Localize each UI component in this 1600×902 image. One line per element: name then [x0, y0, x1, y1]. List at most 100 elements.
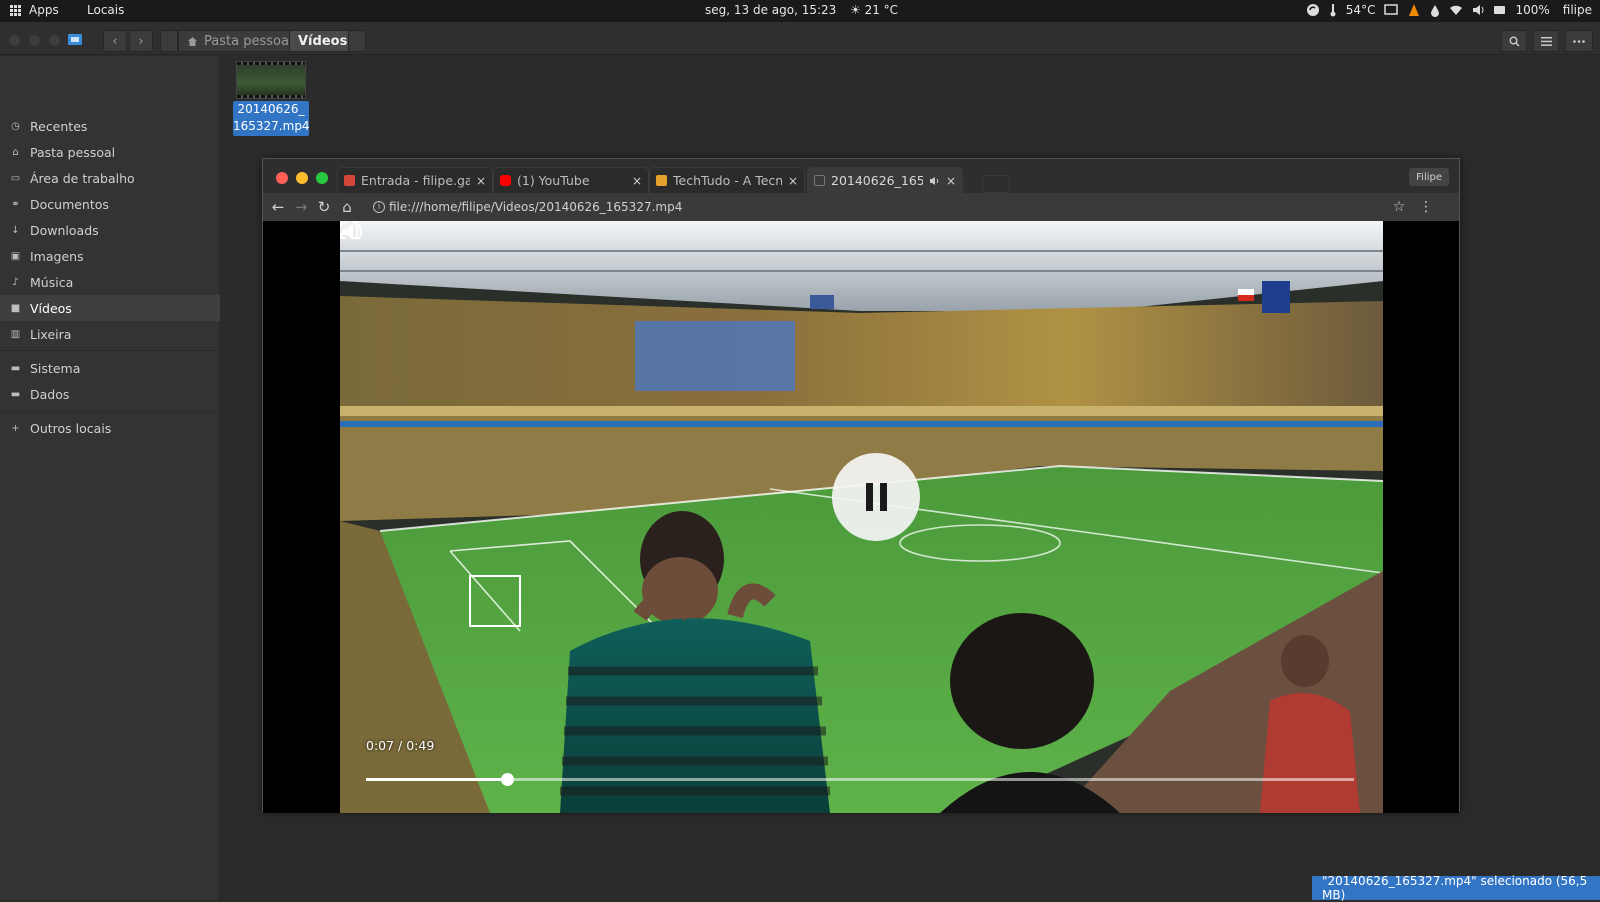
- clock[interactable]: seg, 13 de ago, 15:23: [705, 3, 836, 17]
- fm-maximize-button[interactable]: [49, 35, 60, 46]
- address-bar[interactable]: file:///home/filipe/Videos/20140626_1653…: [389, 200, 682, 214]
- volume-icon[interactable]: [1472, 4, 1485, 16]
- tab-video-file[interactable]: 20140626_1653 ×: [807, 167, 963, 193]
- sidebar-item-label: Música: [30, 274, 74, 290]
- files-app-icon: [68, 34, 82, 45]
- apps-grid-icon: [10, 4, 21, 16]
- screen-icon[interactable]: [1384, 4, 1399, 16]
- seek-bar[interactable]: [366, 773, 1354, 786]
- close-icon[interactable]: ×: [946, 174, 956, 188]
- places-menu[interactable]: Locais: [87, 3, 124, 17]
- tab-title: TechTudo - A Tecn: [673, 173, 782, 188]
- forward-arrow-icon[interactable]: →: [292, 198, 310, 216]
- profile-button[interactable]: Filipe: [1409, 168, 1449, 186]
- tab-youtube[interactable]: (1) YouTube ×: [493, 167, 649, 193]
- menu-button[interactable]: [1565, 30, 1593, 52]
- fm-close-button[interactable]: [9, 35, 20, 46]
- info-icon[interactable]: i: [373, 201, 385, 213]
- wifi-icon[interactable]: [1449, 4, 1463, 16]
- new-tab-button[interactable]: [982, 175, 1010, 193]
- user-menu[interactable]: filipe: [1563, 3, 1592, 17]
- close-icon[interactable]: ×: [632, 174, 642, 188]
- sidebar-item-recentes[interactable]: ◷ Recentes: [0, 113, 220, 139]
- pause-bar-icon: [879, 483, 887, 511]
- file-manager-headerbar: ‹ › Pasta pessoal Vídeos: [0, 22, 1600, 55]
- window-minimize-button[interactable]: [296, 172, 308, 184]
- sidebar-item-pasta-pessoal[interactable]: ⌂ Pasta pessoal: [0, 139, 220, 165]
- more-dots-icon: [1573, 39, 1585, 43]
- video-file-name[interactable]: 20140626_ 165327.mp4: [233, 101, 310, 136]
- sidebar-item-videos[interactable]: ■ Vídeos: [0, 295, 220, 321]
- sidebar-item-label: Recentes: [30, 118, 88, 134]
- sidebar-item-lixeira[interactable]: ▥ Lixeira: [0, 321, 220, 347]
- breadcrumb-current[interactable]: Vídeos: [289, 30, 357, 52]
- weather[interactable]: ☀ 21 °C: [850, 3, 898, 17]
- sidebar-item-label: Lixeira: [30, 326, 72, 342]
- browser-window: Entrada - filipe.gar × (1) YouTube × Tec…: [262, 158, 1460, 813]
- kebab-menu-icon[interactable]: ⋮: [1417, 198, 1435, 216]
- seek-bar-progress: [366, 778, 508, 781]
- window-close-button[interactable]: [276, 172, 288, 184]
- sidebar-item-outros-locais[interactable]: + Outros locais: [0, 415, 220, 441]
- sidebar-item-label: Documentos: [30, 196, 109, 212]
- music-icon: ♪: [12, 276, 19, 288]
- sidebar-item-label: Sistema: [30, 360, 81, 376]
- video-file-thumbnail[interactable]: [236, 61, 306, 99]
- download-icon: ↓: [11, 224, 20, 236]
- thermometer-icon: [1330, 4, 1336, 17]
- battery-icon[interactable]: [1494, 6, 1506, 14]
- back-arrow-icon[interactable]: ←: [269, 198, 287, 216]
- browser-toolbar: ← → ↻ ⌂ i file:///home/filipe/Videos/201…: [263, 193, 1459, 221]
- list-view-button[interactable]: [1533, 30, 1559, 52]
- sidebar-item-dados[interactable]: ▬ Dados: [0, 381, 220, 407]
- forward-button[interactable]: ›: [129, 30, 153, 52]
- sidebar-item-area-de-trabalho[interactable]: ▭ Área de trabalho: [0, 165, 220, 191]
- sidebar-item-downloads[interactable]: ↓ Downloads: [0, 217, 220, 243]
- file-name-line1: 20140626_: [237, 102, 305, 116]
- sidebar-item-label: Vídeos: [30, 300, 72, 316]
- fm-minimize-button[interactable]: [29, 35, 40, 46]
- breadcrumb-left-arrow[interactable]: [160, 30, 178, 52]
- folder-icon: ▬: [10, 362, 21, 374]
- system-tray: 54°C 100% filipe: [1306, 3, 1592, 17]
- close-icon[interactable]: ×: [788, 174, 798, 188]
- back-button[interactable]: ‹: [103, 30, 127, 52]
- sidebar-item-documentos[interactable]: ⚭ Documentos: [0, 191, 220, 217]
- folder-icon: ▬: [10, 388, 21, 400]
- clock-icon: ◷: [11, 120, 20, 132]
- window-maximize-button[interactable]: [316, 172, 328, 184]
- gmail-icon: [344, 175, 355, 186]
- sync-icon[interactable]: [1306, 3, 1320, 17]
- audio-playing-icon[interactable]: [929, 176, 940, 186]
- search-icon: [1509, 36, 1520, 47]
- video-player[interactable]: 0:07 / 0:49: [340, 221, 1383, 813]
- cpu-temp: 54°C: [1345, 3, 1376, 17]
- sidebar-item-sistema[interactable]: ▬ Sistema: [0, 355, 220, 381]
- drop-icon[interactable]: [1430, 4, 1440, 17]
- selection-status: "20140626_165327.mp4" selecionado (56,5 …: [1312, 874, 1600, 902]
- top-panel: Apps Locais seg, 13 de ago, 15:23 ☀ 21 °…: [0, 0, 1600, 22]
- breadcrumb-right-arrow[interactable]: [348, 30, 366, 52]
- apps-menu[interactable]: Apps: [10, 3, 59, 17]
- vlc-icon[interactable]: [1407, 3, 1421, 17]
- sidebar-item-imagens[interactable]: ▣ Imagens: [0, 243, 220, 269]
- close-icon[interactable]: ×: [476, 174, 486, 188]
- sidebar-item-label: Área de trabalho: [30, 170, 135, 186]
- breadcrumb-home[interactable]: Pasta pessoal: [178, 30, 302, 52]
- tab-techtudo[interactable]: TechTudo - A Tecn ×: [649, 167, 805, 193]
- tab-gmail[interactable]: Entrada - filipe.gar ×: [337, 167, 493, 193]
- video-viewport: 0:07 / 0:49: [263, 221, 1459, 813]
- pause-button[interactable]: [832, 453, 920, 541]
- home-icon: [188, 36, 197, 46]
- tab-title: Entrada - filipe.gar: [361, 173, 470, 188]
- fullscreen-icon[interactable]: [340, 221, 358, 239]
- search-button[interactable]: [1501, 30, 1527, 52]
- time-display: 0:07 / 0:49: [366, 738, 435, 753]
- reload-icon[interactable]: ↻: [315, 198, 333, 216]
- battery-level: 100%: [1515, 3, 1550, 17]
- pause-bar-icon: [865, 483, 873, 511]
- sidebar-item-musica[interactable]: ♪ Música: [0, 269, 220, 295]
- video-icon: ■: [10, 302, 21, 314]
- bookmark-star-icon[interactable]: ☆: [1390, 198, 1408, 216]
- home-icon[interactable]: ⌂: [338, 198, 356, 216]
